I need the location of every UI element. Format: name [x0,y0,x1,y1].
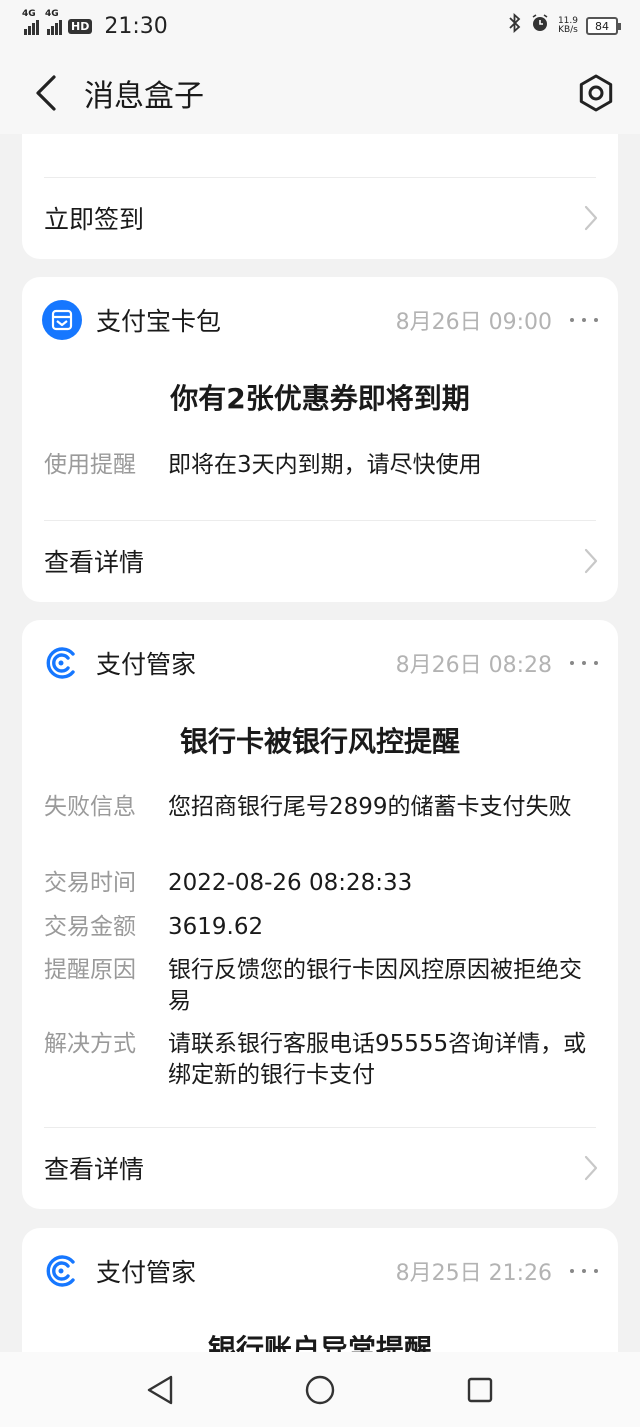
gear-icon [579,74,613,112]
message-card: 支付宝卡包 8月26日 09:00 你有2张优惠券即将到期 使用提醒 即将在3天… [22,277,618,602]
network-type: 4G [45,9,59,19]
speed-unit: KB/s [558,25,578,35]
back-button[interactable] [26,73,66,113]
info-value: 即将在3天内到期，请尽快使用 [168,452,482,478]
hd-badge: HD [68,18,93,34]
signal-icon: 4G [45,9,62,35]
card-header: 支付管家 8月26日 08:28 [42,642,598,684]
network-speed: 11.9 KB/s [558,17,578,35]
page-title: 消息盒子 [84,79,204,114]
system-nav-bar [0,1352,640,1427]
message-time: 8月26日 08:28 [395,653,552,678]
recents-nav-button[interactable] [463,1373,497,1407]
info-key: 交易金额 [44,914,136,940]
battery-icon: 84 [586,17,621,35]
battery-level: 84 [595,19,609,33]
app-name: 支付管家 [96,650,197,679]
info-row: 使用提醒 即将在3天内到期，请尽快使用 [44,450,594,481]
clock: 21:30 [104,13,168,39]
signal-icon: 4G [22,9,39,35]
message-time: 8月26日 09:00 [395,310,552,335]
chevron-right-icon [584,205,598,231]
payment-butler-icon [42,643,82,683]
info-value: 2022-08-26 08:28:33 [168,870,413,896]
divider [44,520,596,521]
status-right: 11.9 KB/s 84 [508,12,621,39]
info-row: 失败信息 您招商银行尾号2899的储蓄卡支付失败 [44,792,594,823]
link-label: 查看详情 [44,1155,145,1184]
more-options-button[interactable] [570,1261,598,1281]
status-bar: 4G 4G HD 21:30 11.9 KB/s 84 [0,0,640,52]
info-value: 银行反馈您的银行卡因风控原因被拒绝交易 [168,957,582,1014]
message-card: 立即签到 [22,134,618,259]
info-key: 提醒原因 [44,957,136,983]
card-header: 支付管家 8月25日 21:26 [42,1250,598,1292]
info-key: 使用提醒 [44,452,136,478]
info-value: 请联系银行客服电话95555咨询详情，或绑定新的银行卡支付 [168,1031,587,1088]
divider [44,1127,596,1128]
more-options-button[interactable] [570,653,598,673]
back-arrow-icon [36,75,56,111]
message-title: 你有2张优惠券即将到期 [170,382,470,415]
info-key: 失败信息 [44,794,136,820]
message-title: 银行卡被银行风控提醒 [179,725,460,758]
info-row: 提醒原因 银行反馈您的银行卡因风控原因被拒绝交易 [44,955,594,1017]
info-row: 解决方式 请联系银行客服电话95555咨询详情，或绑定新的银行卡支付 [44,1029,594,1091]
view-details-link[interactable]: 查看详情 [44,1148,598,1188]
circle-home-icon [305,1375,335,1404]
status-left: 4G 4G HD 21:30 [22,9,168,39]
back-nav-button[interactable] [143,1373,177,1407]
settings-button[interactable] [574,71,618,115]
link-label: 立即签到 [44,205,145,234]
more-options-button[interactable] [570,310,598,330]
bluetooth-icon [508,12,522,39]
chevron-right-icon [584,548,598,574]
chevron-right-icon [584,1155,598,1181]
card-header: 支付宝卡包 8月26日 09:00 [42,299,598,341]
nav-bar: 消息盒子 [0,52,640,134]
view-details-link[interactable]: 查看详情 [44,541,598,581]
card-wallet-icon [42,300,82,340]
info-value: 3619.62 [168,914,264,940]
message-card: 支付管家 8月25日 21:26 银行账户异常提醒 [22,1228,618,1352]
info-key: 交易时间 [44,870,136,896]
triangle-back-icon [147,1375,173,1404]
info-value: 您招商银行尾号2899的储蓄卡支付失败 [168,794,572,820]
message-card: 支付管家 8月26日 08:28 银行卡被银行风控提醒 失败信息 您招商银行尾号… [22,620,618,1209]
sign-in-link[interactable]: 立即签到 [44,198,598,238]
square-recents-icon [467,1377,493,1402]
app-name: 支付宝卡包 [96,307,222,336]
info-row: 交易金额 3619.62 [44,912,594,943]
app-name: 支付管家 [96,1258,197,1287]
divider [44,177,596,178]
home-nav-button[interactable] [303,1373,337,1407]
message-title: 银行账户异常提醒 [207,1333,432,1352]
message-time: 8月25日 21:26 [395,1261,552,1286]
alarm-icon [530,13,550,39]
info-row: 交易时间 2022-08-26 08:28:33 [44,868,594,899]
payment-butler-icon [42,1251,82,1291]
link-label: 查看详情 [44,548,145,577]
network-type: 4G [22,9,36,19]
message-feed[interactable]: 立即签到 支付宝卡包 8月26日 09:00 你有2张优惠券即将到期 使用提醒 … [0,134,640,1352]
info-key: 解决方式 [44,1031,136,1057]
